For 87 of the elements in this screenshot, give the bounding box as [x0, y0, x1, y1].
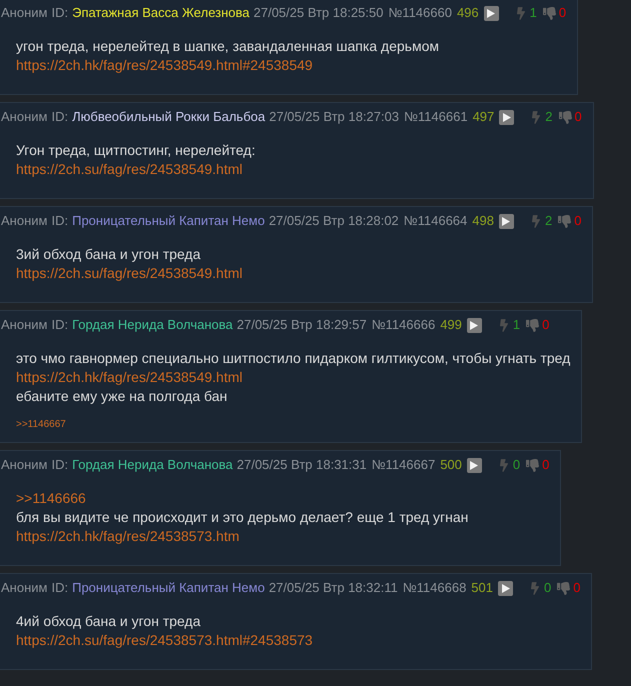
bolt-icon — [500, 318, 508, 332]
id-label: ID: — [51, 456, 68, 474]
like-button[interactable]: 0 — [531, 579, 552, 597]
post-number[interactable]: №1146661 — [404, 108, 468, 126]
post-text: ебаните ему уже на полгода бан — [16, 387, 228, 406]
id-label: ID: — [51, 4, 68, 22]
post-number[interactable]: №1146666 — [372, 316, 436, 334]
thumbs-down-icon — [558, 214, 572, 228]
dislike-button[interactable]: 0 — [526, 456, 550, 474]
post-count: 496 — [456, 4, 479, 22]
dislike-button[interactable]: 0 — [526, 316, 550, 334]
author-name: Аноним — [1, 316, 48, 334]
like-button[interactable]: 1 — [516, 4, 537, 22]
post-text: бля вы видите че происходит и это дерьмо делает? еще 1 тред угнан — [16, 508, 468, 527]
post-date: 27/05/25 Втр 18:32:11 — [268, 579, 398, 597]
post-count: 501 — [471, 579, 493, 597]
like-button[interactable]: 2 — [532, 212, 552, 230]
author-name: Аноним — [1, 4, 48, 22]
thumbs-down-icon — [558, 110, 572, 124]
thumbs-down-icon — [542, 6, 556, 20]
dislike-button[interactable]: 0 — [542, 4, 566, 22]
bolt-icon — [500, 458, 508, 472]
poster-name: Гордая Нерида Волчанова — [72, 316, 233, 334]
post-text: угон треда, нерелейтед в шапке, завандаленная шапка дерьмом — [16, 37, 439, 56]
id-label: ID: — [51, 316, 68, 334]
play-button[interactable] — [498, 214, 514, 228]
post-text: это чмо гавнормер специально шитпостило пидарком гилтикусом, чтобы угнать тред — [16, 349, 570, 368]
like-button[interactable]: 0 — [500, 456, 520, 474]
dislike-button[interactable]: 0 — [558, 108, 582, 126]
post-date: 27/05/25 Втр 18:27:03 — [269, 108, 399, 126]
post-text: 4ий обход бана и угон треда — [16, 612, 200, 631]
post-count: 500 — [440, 456, 462, 474]
post-text: Угон треда, щитпостинг, нерелейтед: — [16, 141, 256, 160]
bolt-icon — [532, 110, 540, 124]
post-date: 27/05/25 Втр 18:28:02 — [268, 212, 399, 230]
play-icon — [502, 112, 511, 122]
id-label: ID: — [51, 108, 68, 126]
post-count: 498 — [472, 212, 494, 230]
post-link[interactable]: https://2ch.hk/fag/res/24538573.htm — [16, 527, 240, 546]
post-text: 3ий обход бана и угон треда — [16, 245, 200, 264]
play-button[interactable] — [466, 318, 482, 332]
poster-name: Любвеобильный Рокки Бальбоа — [72, 108, 266, 126]
play-button[interactable] — [498, 580, 513, 596]
dislike-button[interactable]: 0 — [558, 212, 582, 230]
post-link[interactable]: https://2ch.hk/fag/res/24538549.html#24538549 — [16, 56, 313, 75]
play-button[interactable] — [484, 6, 499, 20]
author-name: Аноним — [1, 456, 48, 474]
like-button[interactable]: 1 — [500, 316, 520, 334]
play-icon — [502, 584, 510, 592]
post-link[interactable]: https://2ch.su/fag/res/24538549.html — [16, 264, 242, 283]
thumbs-down-icon — [526, 458, 540, 472]
poster-name: Гордая Нерида Волчанова — [72, 456, 233, 474]
play-icon — [470, 460, 478, 470]
thumbs-down-icon — [526, 318, 540, 332]
author-name: Аноним — [1, 579, 48, 597]
thumbs-down-icon — [557, 582, 570, 594]
dislike-button[interactable]: 0 — [557, 579, 580, 597]
bolt-icon — [516, 6, 525, 20]
post-count: 499 — [440, 316, 462, 334]
post-link[interactable]: https://2ch.su/fag/res/24538549.html — [16, 160, 242, 179]
id-label: ID: — [51, 579, 68, 597]
poster-name: Проницательный Капитан Немо — [72, 579, 265, 597]
play-icon — [487, 8, 496, 18]
play-button[interactable] — [499, 110, 514, 124]
poster-name: Эпатажная Васса Железнова — [72, 4, 250, 22]
post-link[interactable]: https://2ch.hk/fag/res/24538549.html — [16, 368, 242, 387]
post-date: 27/05/25 Втр 18:31:31 — [236, 456, 367, 474]
post-number[interactable]: №1146660 — [388, 4, 452, 22]
post-link[interactable]: https://2ch.su/fag/res/24538573.html#24538573 — [16, 631, 313, 650]
id-label: ID: — [51, 212, 68, 230]
author-name: Аноним — [1, 212, 48, 230]
author-name: Аноним — [1, 108, 48, 126]
post-count: 497 — [472, 108, 494, 126]
post-number[interactable]: №1146668 — [402, 579, 466, 597]
bolt-icon — [532, 214, 540, 228]
post-number[interactable]: №1146664 — [404, 212, 468, 230]
post-date: 27/05/25 Втр 18:29:57 — [236, 316, 367, 334]
like-button[interactable]: 2 — [532, 108, 552, 126]
post-date: 27/05/25 Втр 18:25:50 — [254, 4, 384, 22]
play-icon — [470, 320, 478, 330]
post-number[interactable]: №1146667 — [372, 456, 436, 474]
play-icon — [502, 216, 510, 226]
reply-link[interactable]: >>1146666 — [16, 489, 86, 508]
poster-name: Проницательный Капитан Немо — [72, 212, 265, 230]
bolt-icon — [531, 582, 539, 594]
play-button[interactable] — [466, 458, 482, 472]
reply-link[interactable]: >>1146667 — [16, 419, 66, 431]
